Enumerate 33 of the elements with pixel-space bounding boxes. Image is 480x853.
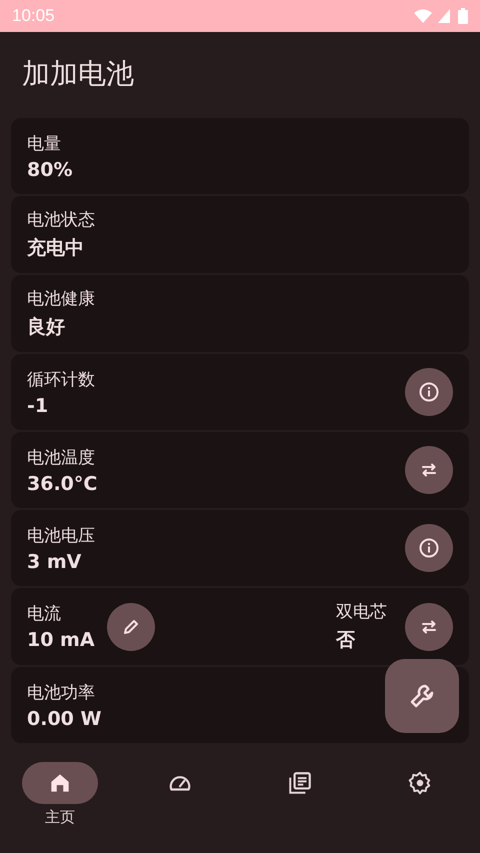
wifi-icon: [414, 9, 432, 23]
card-value: 3 mV: [27, 550, 82, 572]
card-value: 80%: [27, 158, 72, 180]
app-title: 加加电池: [21, 56, 135, 92]
signal-icon: [438, 9, 452, 23]
card-label: 电池温度: [27, 446, 96, 468]
card-label: 电池电压: [27, 524, 95, 546]
card-label: 电流: [27, 603, 62, 625]
info-button[interactable]: [405, 368, 453, 416]
card-label: 电量: [27, 132, 62, 154]
card-value: 36.0°C: [27, 472, 98, 494]
card-value: 否: [336, 628, 356, 653]
info-icon: [417, 380, 441, 404]
tools-button[interactable]: [385, 659, 459, 733]
card-value: 0.00 W: [27, 708, 102, 730]
card-label: 电池健康: [27, 288, 95, 310]
settings-icon: [407, 770, 433, 796]
card-value: -1: [27, 394, 50, 416]
document-list-icon: [287, 770, 313, 796]
info-icon: [417, 536, 441, 560]
swap-button[interactable]: [405, 602, 453, 650]
info-button[interactable]: [405, 524, 453, 572]
nav-item[interactable]: 主页: [20, 762, 100, 853]
card-label: 电池功率: [27, 682, 96, 704]
status-time: 10:05: [12, 6, 55, 26]
card-label: 电池状态: [27, 209, 95, 231]
card-value: 良好: [27, 315, 66, 340]
card-value: 充电中: [27, 236, 85, 261]
card-value: 10 mA: [27, 629, 95, 651]
battery-icon: [458, 8, 468, 24]
card-label: 双电芯: [336, 601, 387, 623]
swap-button[interactable]: [405, 446, 453, 494]
card-label: 循环计数: [27, 368, 95, 390]
